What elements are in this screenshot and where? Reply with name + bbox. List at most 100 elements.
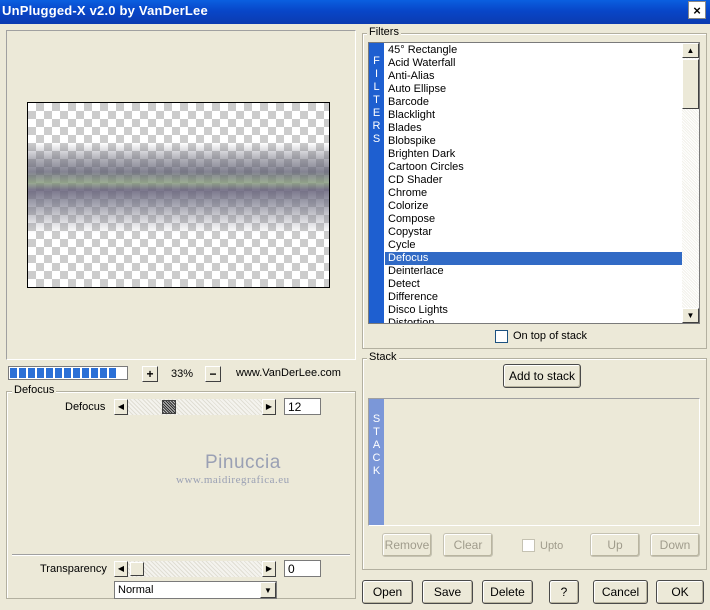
close-icon: × xyxy=(693,2,701,18)
filters-strip-label: F I L T E R S xyxy=(372,55,381,145)
scroll-down-button[interactable]: ▼ xyxy=(682,308,699,323)
filter-list-item[interactable]: Blades xyxy=(385,122,683,135)
transparency-value-input[interactable]: 0 xyxy=(284,560,321,577)
arrow-left-icon: ◀ xyxy=(117,402,125,411)
transparency-label: Transparency xyxy=(40,563,107,575)
filter-list-item[interactable]: Cycle xyxy=(385,239,683,252)
filter-list-item[interactable]: Brighten Dark xyxy=(385,148,683,161)
filter-list-item[interactable]: CD Shader xyxy=(385,174,683,187)
filters-scrollbar[interactable]: ▲ ▼ xyxy=(682,43,699,323)
preview-image[interactable] xyxy=(27,102,330,288)
transparency-slider-thumb[interactable] xyxy=(130,562,144,576)
filter-list-item[interactable]: Disco Lights xyxy=(385,304,683,317)
progress-segment xyxy=(10,368,17,378)
filter-list-item[interactable]: Barcode xyxy=(385,96,683,109)
down-button[interactable]: Down xyxy=(650,533,700,557)
arrow-left-icon: ◀ xyxy=(117,564,125,573)
upto-checkbox[interactable] xyxy=(522,539,535,552)
filter-list-item[interactable]: 45° Rectangle xyxy=(385,44,683,57)
defocus-decrease-button[interactable]: ◀ xyxy=(114,399,128,415)
filter-list-item[interactable]: Distortion xyxy=(385,317,683,323)
defocus-increase-button[interactable]: ▶ xyxy=(262,399,276,415)
progress-segment xyxy=(100,368,107,378)
delete-button[interactable]: Delete xyxy=(482,580,533,604)
add-to-stack-button[interactable]: Add to stack xyxy=(503,364,581,388)
divider xyxy=(12,554,350,556)
progress-segment xyxy=(19,368,26,378)
stack-strip-label: S T A C K xyxy=(372,413,381,477)
filter-items: 45° Rectangle Acid Waterfall Anti-Alias Aut… xyxy=(385,44,683,323)
defocus-value-input[interactable]: 12 xyxy=(284,398,321,415)
filter-settings-title: Defocus xyxy=(12,384,57,396)
scroll-thumb[interactable] xyxy=(682,59,699,109)
up-button[interactable]: Up xyxy=(590,533,640,557)
progress-segment xyxy=(46,368,53,378)
on-top-checkbox[interactable] xyxy=(495,330,508,343)
transparency-decrease-button[interactable]: ◀ xyxy=(114,561,128,577)
watermark-url: www.maidiregrafica.eu xyxy=(176,474,290,486)
progress-segment xyxy=(109,368,116,378)
filter-list-item[interactable]: Difference xyxy=(385,291,683,304)
progress-segment xyxy=(73,368,80,378)
zoom-in-button[interactable]: + xyxy=(142,366,158,382)
minus-icon: − xyxy=(209,367,217,381)
defocus-slider-thumb[interactable] xyxy=(162,400,176,414)
filter-list-item[interactable]: Auto Ellipse xyxy=(385,83,683,96)
progress-segment xyxy=(55,368,62,378)
filter-list-item[interactable]: Colorize xyxy=(385,200,683,213)
zoom-level: 33% xyxy=(170,368,194,380)
arrow-right-icon: ▶ xyxy=(265,564,273,573)
cancel-button[interactable]: Cancel xyxy=(593,580,648,604)
filters-title: Filters xyxy=(367,26,401,38)
filter-list-item[interactable]: Compose xyxy=(385,213,683,226)
help-button[interactable]: ? xyxy=(549,580,579,604)
filter-list-item[interactable]: Defocus xyxy=(385,252,683,265)
filter-list-item[interactable]: Cartoon Circles xyxy=(385,161,683,174)
filter-list-item[interactable]: Anti-Alias xyxy=(385,70,683,83)
filter-list-item[interactable]: Detect xyxy=(385,278,683,291)
remove-button[interactable]: Remove xyxy=(382,533,432,557)
transparency-slider[interactable] xyxy=(128,561,262,577)
blend-mode-value: Normal xyxy=(118,584,154,596)
arrow-down-icon: ▼ xyxy=(686,311,695,320)
window-title: UnPlugged-X v2.0 by VanDerLee xyxy=(2,3,208,18)
progress-segment xyxy=(91,368,98,378)
scroll-up-button[interactable]: ▲ xyxy=(682,43,699,58)
progress-segment xyxy=(28,368,35,378)
ok-button[interactable]: OK xyxy=(656,580,704,604)
title-bar[interactable]: UnPlugged-X v2.0 by VanDerLee × xyxy=(0,0,710,24)
filter-list-item[interactable]: Chrome xyxy=(385,187,683,200)
website-link[interactable]: www.VanDerLee.com xyxy=(236,367,341,379)
progress-segment xyxy=(37,368,44,378)
upto-label: Upto xyxy=(540,540,564,552)
zoom-out-button[interactable]: − xyxy=(205,366,221,382)
chevron-down-icon[interactable]: ▼ xyxy=(260,582,276,598)
filters-list[interactable]: F I L T E R S 45° Rectangle Acid Waterfal… xyxy=(368,42,700,324)
save-button[interactable]: Save xyxy=(422,580,473,604)
filter-list-item[interactable]: Acid Waterfall xyxy=(385,57,683,70)
defocus-label: Defocus xyxy=(65,401,106,413)
progress-segment xyxy=(64,368,71,378)
on-top-label: On top of stack xyxy=(513,330,587,342)
filter-list-item[interactable]: Blobspike xyxy=(385,135,683,148)
plus-icon: + xyxy=(146,367,154,381)
open-button[interactable]: Open xyxy=(362,580,413,604)
defocus-slider[interactable] xyxy=(128,399,262,415)
stack-strip: S T A C K xyxy=(369,399,384,525)
filter-list-item[interactable]: Blacklight xyxy=(385,109,683,122)
stack-list[interactable]: S T A C K xyxy=(368,398,700,526)
close-button[interactable]: × xyxy=(688,1,706,19)
filters-strip: F I L T E R S xyxy=(369,43,384,323)
filter-list-item[interactable]: Copystar xyxy=(385,226,683,239)
clear-button[interactable]: Clear xyxy=(443,533,493,557)
progress-segment xyxy=(82,368,89,378)
arrow-up-icon: ▲ xyxy=(686,46,695,55)
arrow-right-icon: ▶ xyxy=(265,402,273,411)
transparency-increase-button[interactable]: ▶ xyxy=(262,561,276,577)
watermark-name: Pinuccia xyxy=(205,452,281,473)
progress-bar xyxy=(8,366,128,380)
blend-mode-select[interactable]: Normal ▼ xyxy=(114,581,277,599)
preview-effect-band xyxy=(28,143,329,233)
filter-list-item[interactable]: Deinterlace xyxy=(385,265,683,278)
stack-title: Stack xyxy=(367,351,399,363)
